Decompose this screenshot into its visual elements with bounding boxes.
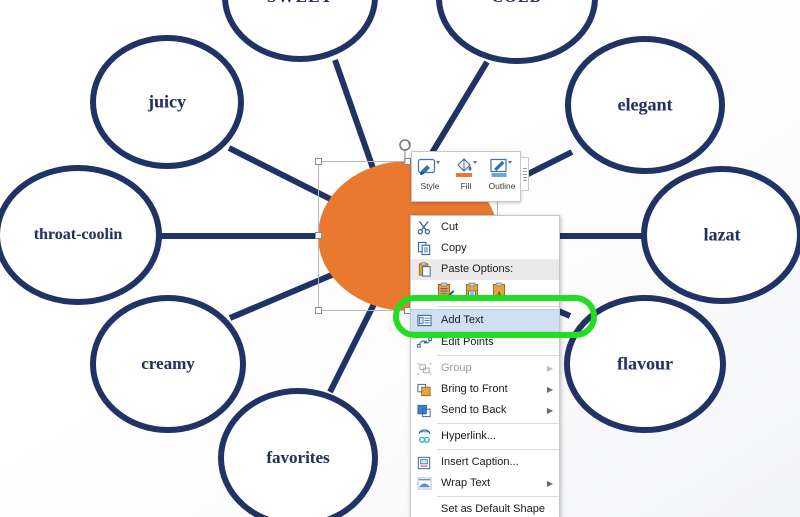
- mini-toolbar-style-label: Style: [420, 181, 440, 191]
- node-juicy[interactable]: [90, 35, 244, 169]
- screenshot-root: SWEETCOLDjuicyelegantthroat-coolinlazatc…: [0, 0, 800, 517]
- wrap-text-icon: [411, 473, 437, 494]
- send-back-icon: [411, 400, 437, 421]
- menu-item-wrap-text-label: Wrap Text: [441, 477, 491, 489]
- node-flavour[interactable]: [564, 295, 726, 433]
- add-text-icon: [411, 310, 437, 331]
- resize-handle-top-left[interactable]: [315, 158, 322, 165]
- copy-icon: [411, 238, 437, 259]
- menu-item-cut-label: Cut: [441, 221, 459, 233]
- mini-toolbar-overflow-icon[interactable]: [521, 157, 529, 191]
- mini-toolbar-outline-button[interactable]: Outline: [484, 152, 520, 201]
- node-lazat[interactable]: [641, 166, 800, 304]
- menu-item-paste-options: Paste Options:: [411, 259, 559, 280]
- chevron-right-icon: ▶: [546, 479, 554, 488]
- hyperlink-icon: [411, 426, 437, 447]
- paste-icon: [411, 259, 437, 280]
- menu-separator: [437, 306, 559, 307]
- menu-item-hyperlink-label: Hyperlink...: [441, 430, 497, 442]
- menu-item-copy-label: Copy: [441, 242, 467, 254]
- menu-item-cut[interactable]: Cut: [411, 217, 559, 238]
- menu-item-wrap-text[interactable]: Wrap Text ▶: [411, 473, 559, 494]
- shape-context-menu[interactable]: Cut Copy Paste Options: A Add Text Edit …: [410, 215, 560, 517]
- menu-item-copy[interactable]: Copy: [411, 238, 559, 259]
- menu-item-send-to-back-label: Send to Back: [441, 404, 507, 416]
- insert-caption-icon: [411, 452, 437, 473]
- menu-separator: [437, 423, 559, 424]
- paste-keep-source-formatting-icon[interactable]: [437, 282, 455, 302]
- menu-item-add-text[interactable]: Add Text: [411, 309, 559, 332]
- menu-item-hyperlink[interactable]: Hyperlink...: [411, 426, 559, 447]
- group-icon: [411, 358, 437, 379]
- menu-item-group[interactable]: Group ▶: [411, 358, 559, 379]
- menu-item-insert-caption-label: Insert Caption...: [441, 456, 519, 468]
- node-creamy[interactable]: [90, 295, 246, 433]
- shape-fill-icon: [453, 155, 479, 180]
- node-favorites[interactable]: [218, 388, 378, 517]
- menu-item-set-as-default-shape[interactable]: Set as Default Shape: [411, 499, 559, 517]
- mini-toolbar-style-button[interactable]: Style: [412, 152, 448, 201]
- menu-item-group-label: Group: [441, 362, 472, 374]
- menu-item-send-to-back[interactable]: Send to Back ▶: [411, 400, 559, 421]
- mini-toolbar-fill-button[interactable]: Fill: [448, 152, 484, 201]
- paste-keep-text-only-icon[interactable]: A: [491, 282, 509, 302]
- menu-item-set-as-default-shape-label: Set as Default Shape: [441, 503, 545, 515]
- chevron-right-icon: ▶: [546, 385, 554, 394]
- menu-item-edit-points[interactable]: Edit Points: [411, 332, 559, 353]
- menu-item-bring-to-front-label: Bring to Front: [441, 383, 508, 395]
- chevron-right-icon: ▶: [546, 364, 554, 373]
- resize-handle-bottom-left[interactable]: [315, 307, 322, 314]
- svg-text:A: A: [496, 290, 502, 299]
- menu-item-edit-points-label: Edit Points: [441, 336, 494, 348]
- mini-toolbar-outline-label: Outline: [488, 181, 516, 191]
- no-icon-placeholder: [411, 499, 437, 517]
- menu-separator: [437, 449, 559, 450]
- paste-merge-formatting-icon[interactable]: [464, 282, 482, 302]
- menu-separator: [437, 355, 559, 356]
- floating-mini-toolbar[interactable]: Style Fill Outline: [411, 151, 521, 202]
- paste-options-row[interactable]: A: [411, 280, 559, 304]
- menu-separator: [437, 496, 559, 497]
- mini-toolbar-fill-label: Fill: [460, 181, 472, 191]
- menu-item-paste-options-label: Paste Options:: [441, 263, 514, 275]
- edit-points-icon: [411, 332, 437, 353]
- node-throat-coolin[interactable]: [0, 165, 162, 305]
- shape-style-icon: [417, 155, 443, 180]
- menu-item-add-text-label: Add Text: [441, 314, 484, 326]
- menu-item-bring-to-front[interactable]: Bring to Front ▶: [411, 379, 559, 400]
- node-elegant[interactable]: [565, 36, 725, 174]
- scissors-icon: [411, 217, 437, 238]
- chevron-right-icon: ▶: [546, 406, 554, 415]
- menu-item-insert-caption[interactable]: Insert Caption...: [411, 452, 559, 473]
- resize-handle-middle-left[interactable]: [315, 232, 322, 239]
- shape-outline-icon: [489, 155, 515, 180]
- bring-front-icon: [411, 379, 437, 400]
